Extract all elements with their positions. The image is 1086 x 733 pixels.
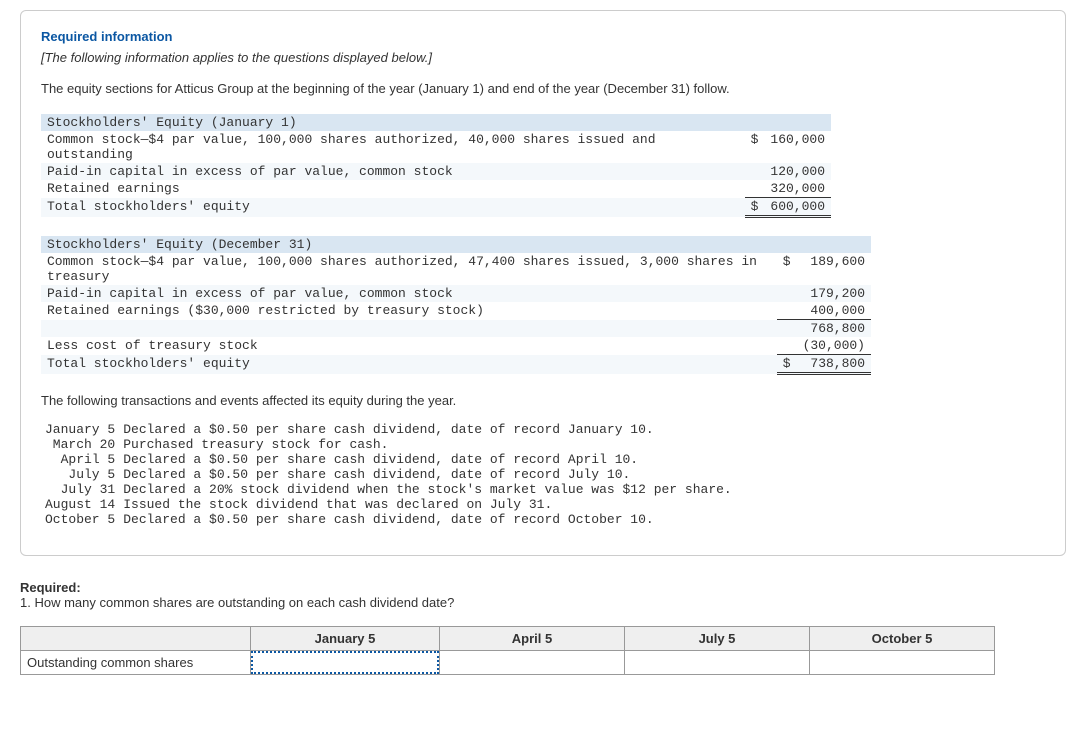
currency-symbol: $	[745, 198, 765, 217]
shares-input-jan5[interactable]	[251, 651, 439, 674]
transaction-date: July 5	[41, 467, 119, 482]
transaction-row: March 20Purchased treasury stock for cas…	[41, 437, 736, 452]
currency-symbol: $	[777, 355, 797, 374]
equity-dec-total-label: Total stockholders' equity	[41, 355, 777, 374]
transaction-date: August 14	[41, 497, 119, 512]
transaction-desc: Purchased treasury stock for cash.	[119, 437, 736, 452]
context-note: [The following information applies to th…	[41, 50, 1045, 65]
question-container: Required information [The following info…	[20, 10, 1066, 556]
transaction-row: January 5Declared a $0.50 per share cash…	[41, 422, 736, 437]
equity-table-dec31: Stockholders' Equity (December 31) Commo…	[41, 236, 871, 375]
equity-jan-row-amt: 320,000	[764, 180, 831, 198]
transaction-date: April 5	[41, 452, 119, 467]
transaction-date: July 31	[41, 482, 119, 497]
equity-jan-row-label: Retained earnings	[41, 180, 745, 198]
transaction-desc: Declared a $0.50 per share cash dividend…	[119, 512, 736, 527]
answer-grid-header: July 5	[625, 627, 810, 651]
equity-dec-less-label: Less cost of treasury stock	[41, 337, 777, 355]
equity-dec-row-label: Paid-in capital in excess of par value, …	[41, 285, 777, 302]
transaction-row: October 5Declared a $0.50 per share cash…	[41, 512, 736, 527]
equity-table-jan1: Stockholders' Equity (January 1) Common …	[41, 114, 831, 218]
answer-grid-header: October 5	[810, 627, 995, 651]
transaction-date: October 5	[41, 512, 119, 527]
required-label: Required:	[20, 580, 1086, 595]
answer-grid: January 5 April 5 July 5 October 5 Outst…	[20, 626, 995, 675]
equity-jan-total-amt: 600,000	[764, 198, 831, 217]
equity-dec-total-amt: 738,800	[797, 355, 871, 374]
transaction-date: January 5	[41, 422, 119, 437]
equity-jan-title: Stockholders' Equity (January 1)	[41, 114, 831, 131]
shares-input-apr5[interactable]	[440, 651, 624, 674]
currency-symbol: $	[777, 253, 797, 285]
answer-grid-header: April 5	[440, 627, 625, 651]
intro-text: The equity sections for Atticus Group at…	[41, 81, 1045, 96]
transaction-desc: Declared a $0.50 per share cash dividend…	[119, 422, 736, 437]
equity-jan-row-label: Common stock—$4 par value, 100,000 share…	[41, 131, 745, 163]
equity-dec-row-amt: 179,200	[797, 285, 871, 302]
equity-dec-row-amt: 400,000	[797, 302, 871, 320]
equity-dec-row-label: Retained earnings ($30,000 restricted by…	[41, 302, 777, 320]
transaction-desc: Declared a $0.50 per share cash dividend…	[119, 452, 736, 467]
required-section: Required: 1. How many common shares are …	[20, 580, 1086, 610]
transaction-date: March 20	[41, 437, 119, 452]
equity-dec-row-label: Common stock—$4 par value, 100,000 share…	[41, 253, 777, 285]
answer-row-label: Outstanding common shares	[21, 651, 251, 675]
transaction-desc: Declared a $0.50 per share cash dividend…	[119, 467, 736, 482]
transaction-desc: Issued the stock dividend that was decla…	[119, 497, 736, 512]
shares-input-oct5[interactable]	[810, 651, 994, 674]
equity-dec-less-amt: (30,000)	[797, 337, 871, 355]
transaction-row: July 31Declared a 20% stock dividend whe…	[41, 482, 736, 497]
transaction-row: April 5Declared a $0.50 per share cash d…	[41, 452, 736, 467]
transaction-desc: Declared a 20% stock dividend when the s…	[119, 482, 736, 497]
currency-symbol: $	[745, 131, 765, 163]
answer-grid-header: January 5	[251, 627, 440, 651]
equity-dec-row-amt: 189,600	[797, 253, 871, 285]
equity-jan-row-amt: 160,000	[764, 131, 831, 163]
required-info-heading: Required information	[41, 29, 1045, 44]
equity-dec-subtotal: 768,800	[797, 320, 871, 338]
equity-dec-title: Stockholders' Equity (December 31)	[41, 236, 871, 253]
question-1-text: 1. How many common shares are outstandin…	[20, 595, 1086, 610]
shares-input-jul5[interactable]	[625, 651, 809, 674]
equity-jan-row-label: Paid-in capital in excess of par value, …	[41, 163, 745, 180]
equity-jan-total-label: Total stockholders' equity	[41, 198, 745, 217]
equity-jan-row-amt: 120,000	[764, 163, 831, 180]
transaction-row: July 5Declared a $0.50 per share cash di…	[41, 467, 736, 482]
transaction-row: August 14Issued the stock dividend that …	[41, 497, 736, 512]
transactions-table: January 5Declared a $0.50 per share cash…	[41, 422, 736, 527]
answer-grid-corner	[21, 627, 251, 651]
transactions-intro: The following transactions and events af…	[41, 393, 1045, 408]
